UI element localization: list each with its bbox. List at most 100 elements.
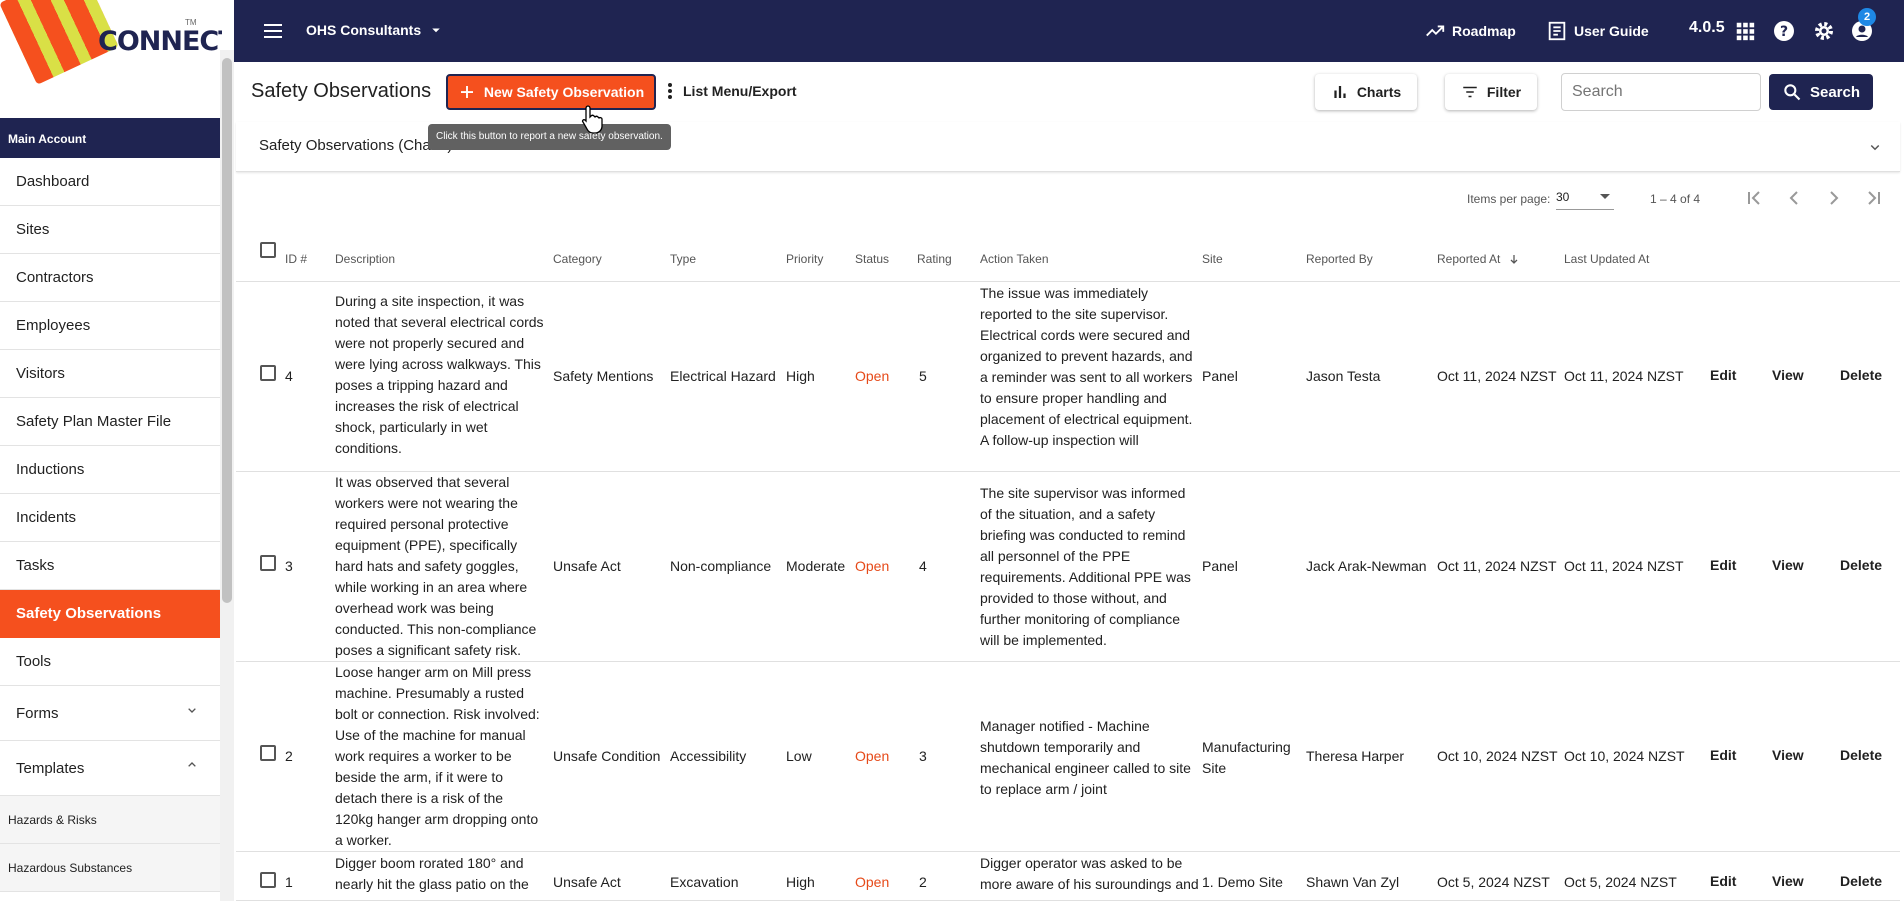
- sidebar-item-incidents[interactable]: Incidents: [0, 494, 222, 542]
- view-button[interactable]: View: [1772, 873, 1804, 889]
- list-menu-export-button[interactable]: List Menu/Export: [667, 82, 797, 100]
- filter-icon: [1463, 86, 1477, 98]
- row-checkbox[interactable]: [260, 555, 276, 571]
- menu-icon[interactable]: [261, 19, 285, 43]
- delete-button[interactable]: Delete: [1840, 557, 1882, 573]
- header-description[interactable]: Description: [335, 252, 395, 266]
- chevron-right-icon[interactable]: [1822, 186, 1846, 210]
- book-icon: [1548, 21, 1566, 41]
- new-button-tooltip: Click this button to report a new safety…: [428, 124, 671, 150]
- sidebar-scroll-thumb[interactable]: [222, 58, 232, 603]
- items-per-page-select[interactable]: 30: [1556, 186, 1614, 210]
- view-button[interactable]: View: [1772, 557, 1804, 573]
- first-page-icon[interactable]: [1742, 186, 1766, 210]
- new-safety-observation-button[interactable]: New Safety Observation: [446, 74, 656, 110]
- roadmap-link[interactable]: Roadmap: [1424, 20, 1516, 42]
- top-bar: OHS Consultants Roadmap User Guide 4.0.5…: [234, 0, 1904, 62]
- delete-button[interactable]: Delete: [1840, 367, 1882, 383]
- cell-id: 2: [285, 748, 293, 764]
- sidebar-item-tools[interactable]: Tools: [0, 638, 222, 686]
- cell-priority: Moderate: [786, 558, 846, 574]
- filter-button[interactable]: Filter: [1445, 74, 1537, 110]
- table-row[interactable]: 2 Loose hanger arm on Mill press machine…: [236, 662, 1900, 852]
- search-input[interactable]: [1561, 73, 1761, 111]
- sidebar-item-label: Employees: [16, 317, 91, 334]
- cell-type: Non-compliance: [670, 558, 772, 574]
- select-all-checkbox[interactable]: [260, 242, 276, 258]
- org-selector[interactable]: OHS Consultants: [306, 21, 445, 39]
- cell-category: Unsafe Act: [553, 874, 621, 890]
- charts-button[interactable]: Charts: [1315, 74, 1417, 110]
- cell-description: Loose hanger arm on Mill press machine. …: [335, 664, 540, 848]
- charts-label: Charts: [1356, 84, 1402, 100]
- gear-icon[interactable]: [1812, 19, 1836, 43]
- cell-description: It was observed that several workers wer…: [335, 474, 537, 658]
- chevron-down-icon: [188, 708, 196, 713]
- header-type[interactable]: Type: [670, 252, 696, 266]
- logo-tm: TM: [185, 18, 197, 27]
- sidebar-item-label: Visitors: [16, 365, 65, 382]
- cell-reported-at: Oct 10, 2024 NZST: [1437, 748, 1558, 764]
- delete-button[interactable]: Delete: [1840, 747, 1882, 763]
- sidebar-subitem-hazardous-substances[interactable]: Hazardous Substances: [0, 844, 222, 892]
- help-icon[interactable]: ?: [1772, 19, 1796, 43]
- view-button[interactable]: View: [1772, 367, 1804, 383]
- delete-button[interactable]: Delete: [1840, 873, 1882, 889]
- chevron-down-icon: [1870, 144, 1880, 151]
- header-id[interactable]: ID #: [285, 252, 307, 266]
- sidebar-subitem-label: Hazardous Substances: [8, 860, 133, 875]
- header-reported-by[interactable]: Reported By: [1306, 252, 1373, 266]
- cell-type: Electrical Hazard: [670, 368, 776, 384]
- header-rating[interactable]: Rating: [917, 252, 952, 266]
- header-status[interactable]: Status: [855, 252, 889, 266]
- cell-site: Manufacturing Site: [1202, 739, 1291, 776]
- hand-cursor-icon: [581, 105, 603, 134]
- last-page-icon[interactable]: [1862, 186, 1886, 210]
- sidebar-item-sites[interactable]: Sites: [0, 206, 222, 254]
- sidebar-item-label: Templates: [16, 759, 85, 777]
- header-site[interactable]: Site: [1202, 252, 1223, 266]
- sidebar-item-safety-plan[interactable]: Safety Plan Master File: [0, 398, 222, 446]
- sidebar-item-dashboard[interactable]: Dashboard: [0, 158, 222, 206]
- app-logo[interactable]: CONNECT TM: [0, 0, 222, 118]
- cell-description: During a site inspection, it was noted t…: [335, 293, 544, 456]
- edit-button[interactable]: Edit: [1710, 367, 1736, 383]
- header-action-taken[interactable]: Action Taken: [980, 252, 1049, 266]
- header-priority[interactable]: Priority: [786, 252, 823, 266]
- edit-button[interactable]: Edit: [1710, 557, 1736, 573]
- header-last-updated-at[interactable]: Last Updated At: [1564, 252, 1649, 266]
- user-guide-link[interactable]: User Guide: [1546, 20, 1649, 42]
- sidebar-item-tasks[interactable]: Tasks: [0, 542, 222, 590]
- search-button[interactable]: Search: [1769, 74, 1873, 110]
- row-checkbox[interactable]: [260, 745, 276, 761]
- apps-grid-icon[interactable]: [1734, 20, 1756, 42]
- row-checkbox[interactable]: [260, 872, 276, 888]
- sidebar-item-label: Tools: [16, 653, 52, 670]
- filter-label: Filter: [1486, 84, 1522, 100]
- select-arrow-icon: [1600, 194, 1610, 199]
- sidebar-item-inductions[interactable]: Inductions: [0, 446, 222, 494]
- sidebar-item-visitors[interactable]: Visitors: [0, 350, 222, 398]
- sidebar-subitem-hazards-risks[interactable]: Hazards & Risks: [0, 796, 222, 844]
- table-row[interactable]: 4 During a site inspection, it was noted…: [236, 282, 1900, 472]
- sidebar-item-safety-observations[interactable]: Safety Observations: [0, 590, 222, 638]
- cell-priority: Low: [786, 748, 812, 764]
- table-row[interactable]: 1 Digger boom rorated 180° and nearly hi…: [236, 852, 1900, 901]
- header-category[interactable]: Category: [553, 252, 602, 266]
- sidebar-item-templates[interactable]: Templates: [0, 741, 222, 796]
- cell-status: Open: [855, 874, 890, 890]
- header-reported-at[interactable]: Reported At: [1437, 252, 1520, 266]
- chevron-left-icon[interactable]: [1782, 186, 1806, 210]
- page-range: 1 – 4 of 4: [1650, 192, 1701, 206]
- sidebar-item-employees[interactable]: Employees: [0, 302, 222, 350]
- sidebar-item-forms[interactable]: Forms: [0, 686, 222, 741]
- more-vert-icon: [668, 83, 672, 99]
- table-header: ID # Description Category Type Priority …: [236, 234, 1900, 282]
- sidebar-item-label: Contractors: [16, 269, 94, 286]
- view-button[interactable]: View: [1772, 747, 1804, 763]
- row-checkbox[interactable]: [260, 365, 276, 381]
- sidebar-item-contractors[interactable]: Contractors: [0, 254, 222, 302]
- edit-button[interactable]: Edit: [1710, 873, 1736, 889]
- edit-button[interactable]: Edit: [1710, 747, 1736, 763]
- table-row[interactable]: 3 It was observed that several workers w…: [236, 472, 1900, 662]
